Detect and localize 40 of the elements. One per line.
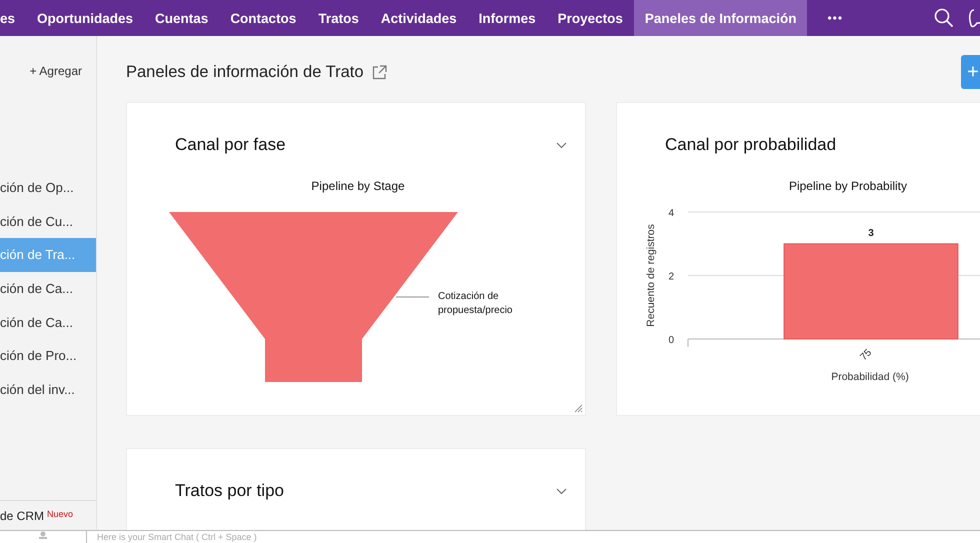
nav-tab[interactable]: Contactos	[219, 0, 308, 36]
nav-tab[interactable]: es	[0, 0, 26, 36]
nav-tab[interactable]: Cuentas	[144, 0, 220, 36]
more-button[interactable]: •••	[807, 0, 864, 36]
chat-input[interactable]: Here is your Smart Chat ( Ctrl + Space )	[87, 530, 980, 543]
external-link-icon[interactable]	[372, 64, 387, 80]
search-icon[interactable]	[934, 8, 954, 28]
leader-line	[396, 296, 430, 298]
card-title: Canal por fase	[175, 135, 286, 155]
sidebar-item[interactable]: ción de Op...	[0, 171, 96, 205]
axis-tick-label: 4	[668, 208, 674, 219]
sidebar-item[interactable]: ción de Ca...	[0, 272, 96, 306]
axis-tick-label: 75	[858, 347, 874, 364]
axis-title: Probabilidad (%)	[831, 371, 909, 383]
card-title: Canal por probabilidad	[665, 135, 836, 155]
axis-title: Recuento de registros	[645, 224, 657, 327]
data-label: 3	[868, 228, 874, 239]
nav-tab[interactable]: Actividades	[370, 0, 468, 36]
page-title: Paneles de información de Trato	[126, 62, 364, 82]
sidebar-item[interactable]: ción de Cu...	[0, 204, 96, 238]
axis-tick-label: 0	[668, 335, 674, 346]
nav-tab[interactable]: Tratos	[307, 0, 370, 36]
add-link[interactable]: + Agregar	[30, 64, 82, 78]
chart-title: Pipeline by Stage	[311, 179, 405, 193]
nav-tab[interactable]: Informes	[468, 0, 547, 36]
chevron-down-icon[interactable]	[556, 488, 567, 494]
sidebar-item[interactable]: ción de Ca...	[0, 305, 96, 339]
sidebar-item[interactable]: ción de Pro...	[0, 338, 96, 373]
nav-tab[interactable]: Paneles de Información	[634, 0, 808, 36]
chart-title: Pipeline by Probability	[788, 179, 908, 193]
sidebar-footer-label[interactable]: de CRM	[0, 509, 44, 523]
nav-tab[interactable]: Oportunidades	[26, 0, 144, 36]
resize-grip-icon[interactable]	[574, 404, 583, 413]
nav-tab[interactable]: Proyectos	[546, 0, 634, 36]
sidebar-item[interactable]: ción del inv...	[0, 372, 96, 406]
axis-tick-label: 2	[668, 272, 674, 282]
stage-label: Cotización de propuesta/precio	[438, 290, 514, 318]
chevron-down-icon[interactable]	[556, 142, 567, 148]
card-title: Tratos por tipo	[175, 481, 284, 501]
new-label: Nuevo	[47, 509, 74, 519]
